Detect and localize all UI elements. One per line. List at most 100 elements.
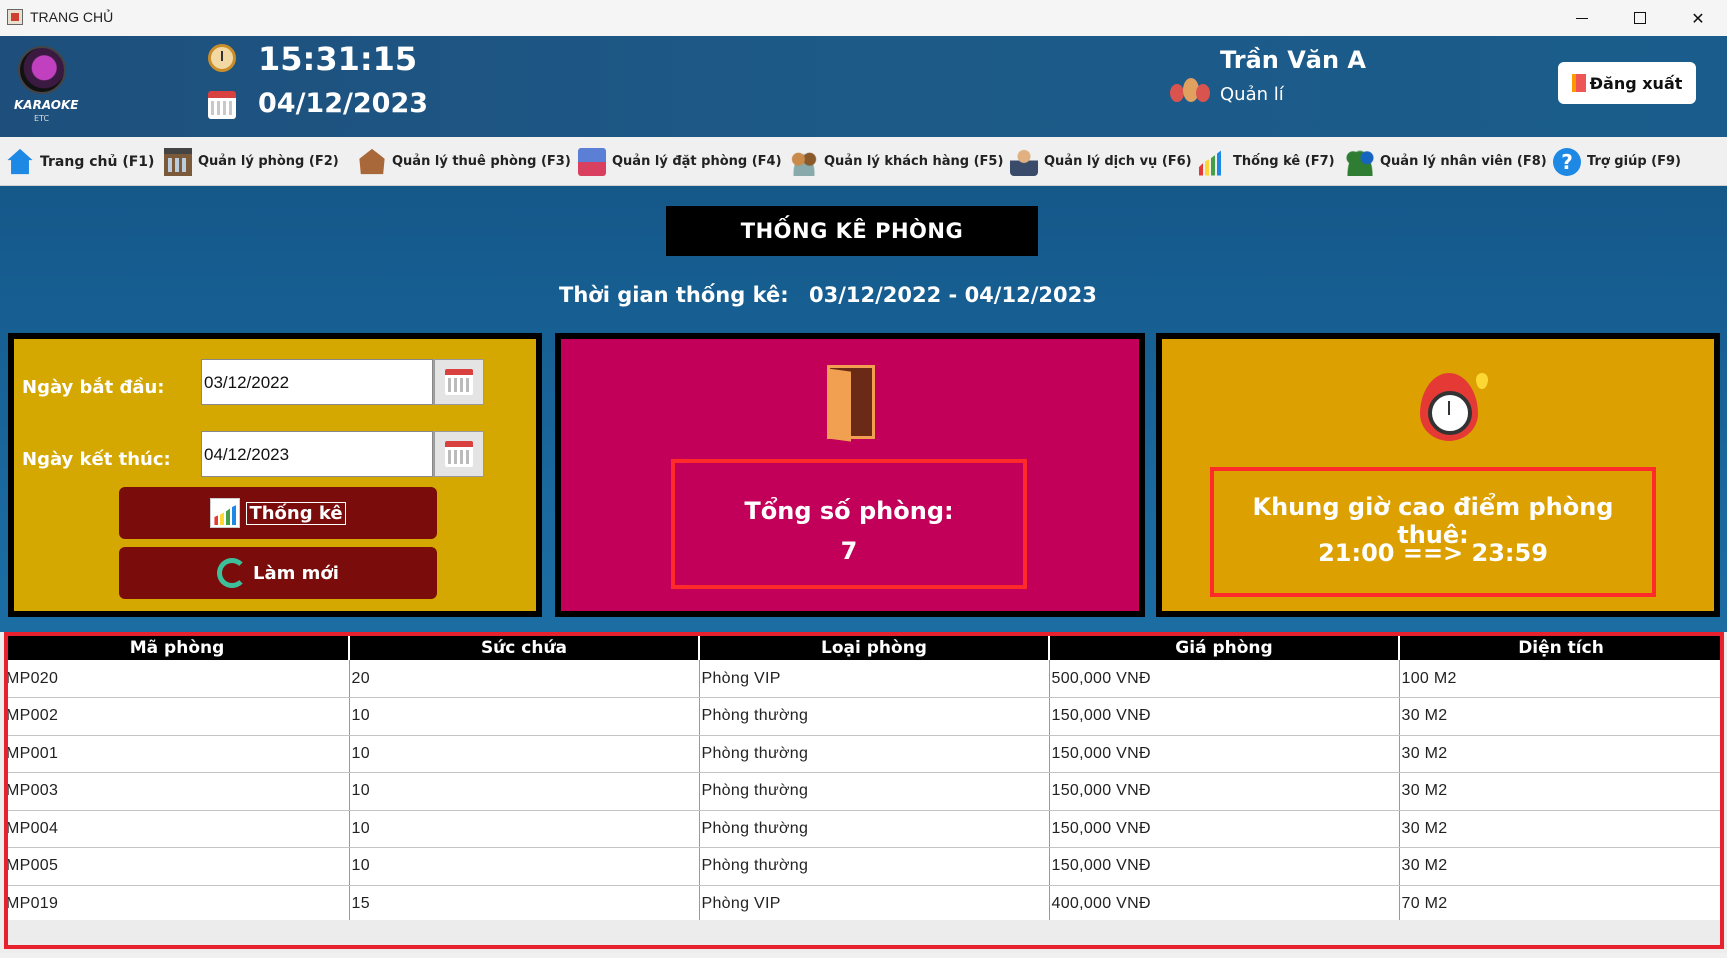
karaoke-logo: KARAOKE ETC <box>14 46 78 126</box>
bottom-strip <box>0 953 1727 958</box>
end-date-picker-button[interactable] <box>434 431 484 477</box>
cell-capacity: 10 <box>349 697 700 736</box>
refresh-button[interactable]: Làm mới <box>119 547 437 599</box>
menu-item-room-rentals[interactable]: Quản lý thuê phòng (F3) <box>358 137 571 186</box>
building-icon <box>164 147 192 176</box>
cell-capacity: 10 <box>349 847 700 886</box>
logo-disc-icon <box>18 46 66 94</box>
table-row[interactable]: MP002 10 Phòng thường 150,000 VNĐ 30 M2 <box>6 697 1722 736</box>
maximize-icon <box>1634 12 1646 24</box>
menu-item-customers[interactable]: Quản lý khách hàng (F5) <box>790 137 1003 186</box>
cell-room-type: Phòng thường <box>699 772 1050 811</box>
cell-price: 150,000 VNĐ <box>1049 697 1400 736</box>
calendar-icon <box>445 369 473 395</box>
period-value: 03/12/2022 - 04/12/2023 <box>809 283 1097 307</box>
cell-price: 150,000 VNĐ <box>1049 847 1400 886</box>
start-date-field[interactable]: 03/12/2022 <box>201 359 433 405</box>
title-bar: TRANG CHỦ ✕ <box>0 0 1727 36</box>
refresh-icon <box>217 558 248 588</box>
column-header-room-id[interactable]: Mã phòng <box>6 636 350 660</box>
cell-capacity: 10 <box>349 735 700 773</box>
table-row[interactable]: MP003 10 Phòng thường 150,000 VNĐ 30 M2 <box>6 772 1722 811</box>
fire-clock-icon <box>1418 369 1488 443</box>
cell-room-id: MP019 <box>6 885 350 923</box>
menu-item-rooms[interactable]: Quản lý phòng (F2) <box>164 137 339 186</box>
statistics-content: THỐNG KÊ PHÒNG Thời gian thống kê: 03/12… <box>0 186 1727 958</box>
period-label: Thời gian thống kê: <box>559 283 789 307</box>
total-rooms-panel: Tổng số phòng: 7 <box>555 333 1145 617</box>
close-button[interactable]: ✕ <box>1669 0 1727 36</box>
current-time: 15:31:15 <box>258 40 418 78</box>
current-date: 04/12/2023 <box>258 88 429 119</box>
cell-room-id: MP020 <box>6 660 350 698</box>
menu-item-statistics[interactable]: Thống kê (F7) <box>1199 137 1335 186</box>
menu-item-services[interactable]: Quản lý dịch vụ (F6) <box>1010 137 1192 186</box>
rent-house-icon <box>359 148 385 175</box>
peak-hours-panel: Khung giờ cao điểm phòng thuê: 21:00 ==>… <box>1156 333 1720 617</box>
cell-capacity: 10 <box>349 810 700 848</box>
table-row[interactable]: MP004 10 Phòng thường 150,000 VNĐ 30 M2 <box>6 810 1722 848</box>
column-header-area[interactable]: Diện tích <box>1399 636 1722 660</box>
cell-area: 30 M2 <box>1399 697 1722 736</box>
menu-item-label: Quản lý đặt phòng (F4) <box>612 154 782 169</box>
minimize-button[interactable] <box>1553 0 1611 36</box>
cell-room-type: Phòng thường <box>699 735 1050 773</box>
window-title: TRANG CHỦ <box>30 9 114 25</box>
cell-room-id: MP005 <box>6 847 350 886</box>
table-row[interactable]: MP005 10 Phòng thường 150,000 VNĐ 30 M2 <box>6 847 1722 886</box>
customers-icon <box>790 147 818 176</box>
end-date-field[interactable]: 04/12/2023 <box>201 431 433 477</box>
table-row[interactable]: MP020 20 Phòng VIP 500,000 VNĐ 100 M2 <box>6 660 1722 698</box>
user-group-icon <box>1170 74 1210 104</box>
menu-item-label: Thống kê (F7) <box>1233 154 1335 169</box>
column-header-capacity[interactable]: Sức chứa <box>349 636 700 660</box>
cell-area: 30 M2 <box>1399 735 1722 773</box>
cell-area: 30 M2 <box>1399 847 1722 886</box>
logout-label: Đăng xuất <box>1589 73 1683 93</box>
menu-item-help[interactable]: ? Trợ giúp (F9) <box>1553 137 1681 186</box>
cell-capacity: 15 <box>349 885 700 923</box>
page-title: THỐNG KÊ PHÒNG <box>666 206 1038 256</box>
total-rooms-value: 7 <box>840 537 858 565</box>
app-header: KARAOKE ETC 15:31:15 04/12/2023 Trần Văn… <box>0 36 1727 137</box>
main-menu-bar: Trang chủ (F1) Quản lý phòng (F2) Quản l… <box>0 137 1727 186</box>
minimize-icon <box>1576 17 1588 19</box>
cell-room-type: Phòng thường <box>699 697 1050 736</box>
table-row[interactable]: MP019 15 Phòng VIP 400,000 VNĐ 70 M2 <box>6 885 1722 923</box>
column-header-room-type[interactable]: Loại phòng <box>699 636 1050 660</box>
clock-icon <box>208 44 236 72</box>
peak-hours-box: Khung giờ cao điểm phòng thuê: 21:00 ==>… <box>1210 467 1656 597</box>
menu-item-label: Trợ giúp (F9) <box>1587 154 1681 169</box>
cell-capacity: 20 <box>349 660 700 698</box>
menu-item-home[interactable]: Trang chủ (F1) <box>6 137 154 186</box>
stats-chart-icon <box>1199 147 1227 176</box>
menu-item-staff[interactable]: Quản lý nhân viên (F8) <box>1346 137 1547 186</box>
start-date-label: Ngày bắt đầu: <box>22 377 165 398</box>
date-filter-panel: Ngày bắt đầu: 03/12/2022 Ngày kết thúc: … <box>8 333 542 617</box>
menu-item-label: Quản lý dịch vụ (F6) <box>1044 154 1192 169</box>
home-icon <box>7 148 33 175</box>
logout-button[interactable]: Đăng xuất <box>1558 62 1696 104</box>
calendar-icon <box>208 91 236 119</box>
table-empty-area <box>6 920 1722 942</box>
menu-item-bookings[interactable]: Quản lý đặt phòng (F4) <box>578 137 782 186</box>
column-header-price[interactable]: Giá phòng <box>1049 636 1400 660</box>
start-date-picker-button[interactable] <box>434 359 484 405</box>
statistics-button[interactable]: Thống kê <box>119 487 437 539</box>
cell-price: 150,000 VNĐ <box>1049 772 1400 811</box>
peak-hours-value: 21:00 ==> 23:59 <box>1318 539 1548 567</box>
cell-price: 150,000 VNĐ <box>1049 810 1400 848</box>
maximize-button[interactable] <box>1611 0 1669 36</box>
menu-item-label: Quản lý khách hàng (F5) <box>824 154 1004 169</box>
cell-area: 70 M2 <box>1399 885 1722 923</box>
cell-room-type: Phòng VIP <box>699 885 1050 923</box>
door-icon <box>827 365 875 439</box>
table-header-row: Mã phòng Sức chứa Loại phòng Giá phòng D… <box>6 636 1722 660</box>
table-row[interactable]: MP001 10 Phòng thường 150,000 VNĐ 30 M2 <box>6 735 1722 773</box>
cell-capacity: 10 <box>349 772 700 811</box>
help-icon: ? <box>1553 147 1581 176</box>
logo-text: KARAOKE <box>14 98 79 112</box>
menu-item-label: Quản lý thuê phòng (F3) <box>392 154 571 169</box>
logo-subtext: ETC <box>34 114 50 123</box>
cell-room-id: MP003 <box>6 772 350 811</box>
